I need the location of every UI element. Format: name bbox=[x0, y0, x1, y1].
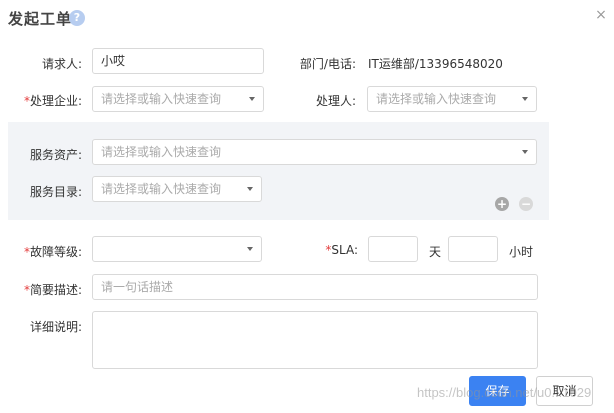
handler-select[interactable]: 请选择或输入快速查询 bbox=[367, 86, 537, 112]
brief-input[interactable]: 请一句话描述 bbox=[92, 274, 538, 300]
service-catalog-placeholder: 请选择或输入快速查询 bbox=[101, 182, 222, 196]
service-asset-placeholder: 请选择或输入快速查询 bbox=[101, 145, 222, 159]
sla-hours-unit: 小时 bbox=[509, 245, 534, 259]
company-select[interactable]: 请选择或输入快速查询 bbox=[92, 86, 264, 112]
service-catalog-select[interactable]: 请选择或输入快速查询 bbox=[92, 176, 262, 202]
remove-asset-button[interactable]: − bbox=[519, 197, 533, 211]
chevron-down-icon bbox=[249, 97, 255, 101]
requester-label: 请求人: bbox=[41, 57, 82, 71]
service-asset-panel bbox=[8, 122, 549, 220]
sla-label-text: SLA: bbox=[331, 243, 358, 257]
detail-textarea[interactable] bbox=[92, 311, 538, 369]
service-catalog-label: 服务目录: bbox=[29, 185, 82, 199]
create-ticket-dialog: 发起工单 ? × 请求人: 小哎 部门/电话: IT运维部/1339654802… bbox=[0, 0, 614, 413]
brief-label-text: 简要描述: bbox=[29, 283, 82, 297]
brief-label: *简要描述: bbox=[20, 281, 82, 298]
dept-phone-value: IT运维部/13396548020 bbox=[368, 57, 503, 71]
company-select-placeholder: 请选择或输入快速查询 bbox=[101, 92, 222, 106]
dept-phone-label: 部门/电话: bbox=[299, 57, 356, 71]
sla-label: *SLA: bbox=[316, 243, 358, 257]
service-asset-select[interactable]: 请选择或输入快速查询 bbox=[92, 139, 537, 165]
handler-label: 处理人: bbox=[315, 94, 356, 108]
fault-level-label-text: 故障等级: bbox=[29, 245, 82, 259]
chevron-down-icon bbox=[522, 150, 528, 154]
sla-days-input[interactable] bbox=[368, 236, 418, 262]
add-asset-button[interactable]: + bbox=[495, 197, 509, 211]
handler-select-placeholder: 请选择或输入快速查询 bbox=[376, 92, 497, 106]
detail-label: 详细说明: bbox=[29, 320, 82, 334]
chevron-down-icon bbox=[522, 97, 528, 101]
close-icon[interactable]: × bbox=[593, 7, 609, 23]
fault-level-select[interactable] bbox=[92, 236, 262, 262]
chevron-down-icon bbox=[247, 247, 253, 251]
company-label-text: 处理企业: bbox=[29, 94, 82, 108]
sla-hours-input[interactable] bbox=[448, 236, 498, 262]
dialog-title: 发起工单 bbox=[8, 10, 73, 28]
help-icon[interactable]: ? bbox=[69, 10, 85, 26]
requester-input[interactable]: 小哎 bbox=[92, 48, 264, 74]
service-asset-label: 服务资产: bbox=[29, 148, 82, 162]
sla-days-unit: 天 bbox=[429, 245, 442, 259]
watermark: https://blog.csdn.net/u0...1029 bbox=[417, 385, 592, 400]
chevron-down-icon bbox=[247, 187, 253, 191]
fault-level-label: *故障等级: bbox=[20, 243, 82, 260]
company-label: *处理企业: bbox=[20, 92, 82, 109]
